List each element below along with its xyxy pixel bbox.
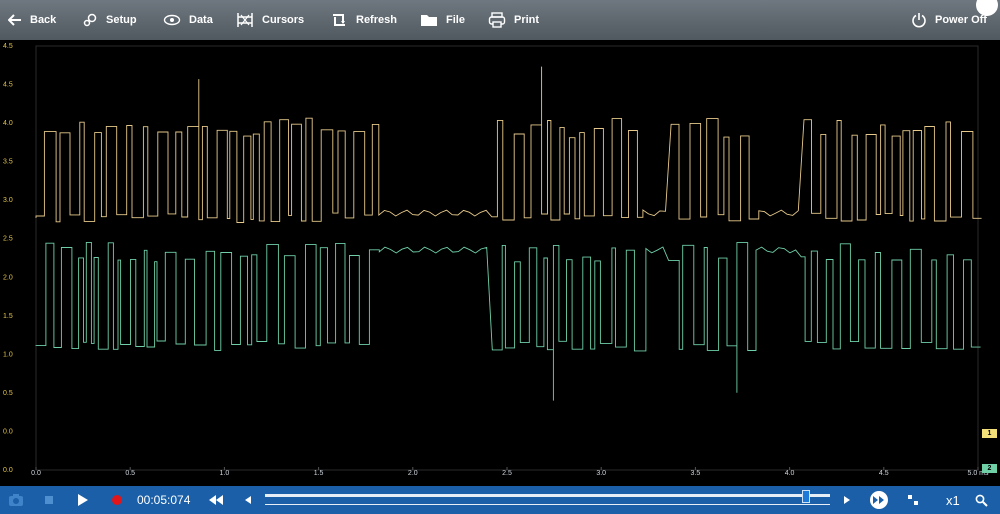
fast-forward-icon (870, 491, 888, 509)
y-tick-label: 0.0 (3, 467, 13, 474)
x-tick-label: 1.5 (314, 470, 324, 476)
x-tick-label: 3.5 (691, 470, 701, 476)
x-tick-label: 2.0 (408, 470, 418, 476)
x-tick-label: 3.0 (596, 470, 606, 476)
refresh-icon (333, 14, 345, 26)
print-button[interactable]: Print (488, 0, 539, 40)
step-back-button[interactable] (244, 486, 252, 514)
top-toolbar: Back Setup Data Cursors Refresh File Pri… (0, 0, 1000, 41)
zoom-button[interactable] (975, 486, 988, 514)
y-tick-label: 3.5 (3, 159, 13, 166)
x-tick-label: 4.0 (785, 470, 795, 476)
refresh-button[interactable]: Refresh (330, 0, 397, 40)
gears-icon (83, 13, 97, 27)
stop-icon (45, 496, 53, 504)
cursors-icon (237, 13, 253, 27)
rewind-button[interactable] (208, 486, 224, 514)
play-icon (78, 494, 88, 506)
playback-bar: 00:05:074 x1 (0, 486, 1000, 514)
power-label: Power Off (935, 14, 987, 26)
status-dot (976, 0, 998, 16)
trace-channel-1 (35, 66, 982, 223)
channel-2-tag[interactable]: 2 (982, 464, 997, 473)
y-tick-label: 2.5 (3, 236, 13, 243)
timeline-track-lower (265, 504, 830, 505)
y-tick-label: 1.0 (3, 351, 13, 358)
x-tick-label: 1.0 (220, 470, 230, 476)
y-tick-label: 0.5 (3, 390, 13, 397)
cursors-label: Cursors (262, 14, 305, 26)
power-icon (912, 13, 926, 28)
record-button[interactable] (111, 486, 123, 514)
data-button[interactable]: Data (163, 0, 213, 40)
fast-forward-button[interactable] (869, 486, 889, 514)
back-button[interactable]: Back (8, 0, 56, 40)
timeline-slider[interactable] (265, 486, 830, 514)
y-tick-label: 4.0 (3, 120, 13, 127)
y-tick-label: 3.0 (3, 197, 13, 204)
playback-time: 00:05:074 (137, 493, 191, 507)
step-back-icon (245, 496, 251, 504)
x-tick-label: 2.5 (502, 470, 512, 476)
back-label: Back (30, 14, 57, 26)
plot-frame (35, 45, 979, 471)
timeline-thumb[interactable] (801, 490, 810, 503)
file-label: File (446, 14, 465, 26)
play-button[interactable] (77, 486, 89, 514)
y-tick-label: 0.0 (3, 428, 13, 435)
stop-button[interactable] (44, 486, 54, 514)
refresh-label: Refresh (356, 14, 397, 26)
step-forward-icon (844, 496, 850, 504)
channel-1-tag[interactable]: 1 (982, 429, 997, 438)
setup-button[interactable]: Setup (82, 0, 137, 40)
record-icon (112, 495, 122, 505)
magnifier-icon (975, 494, 988, 507)
fullscreen-button[interactable] (907, 486, 919, 514)
trace-channel-2 (35, 241, 981, 401)
step-forward-button[interactable] (843, 486, 851, 514)
folder-icon (421, 15, 437, 26)
x-tick-label: 0.0 (31, 470, 41, 476)
rewind-icon (209, 495, 223, 505)
print-label: Print (514, 14, 540, 26)
back-arrow-icon (8, 14, 21, 26)
camera-button[interactable] (8, 486, 24, 514)
file-button[interactable]: File (420, 0, 465, 40)
printer-icon (488, 12, 506, 28)
scope-display[interactable]: 0.0 0.0 0.5 1.0 1.5 2.0 2.5 3.0 3.5 4.0 4.5 4.5 0.0 0… (0, 40, 1000, 477)
scope-svg: 0.0 0.0 0.5 1.0 1.5 2.0 2.5 3.0 3.5 4.0 4.5 4.5 0.0 0… (3, 43, 989, 477)
x-tick-label: 0.5 (125, 470, 135, 476)
timeline-track (265, 494, 830, 497)
x-tick-label: 4.5 (879, 470, 889, 476)
setup-label: Setup (106, 14, 137, 26)
cursors-button[interactable]: Cursors (236, 0, 304, 40)
data-label: Data (189, 14, 213, 26)
y-tick-label: 2.0 (3, 274, 13, 281)
eye-icon (163, 14, 181, 26)
y-tick-label: 4.5 (3, 82, 13, 89)
fullscreen-icon (908, 495, 918, 505)
y-tick-label: 1.5 (3, 313, 13, 320)
zoom-level[interactable]: x1 (946, 486, 960, 514)
camera-icon (9, 494, 23, 506)
y-tick-label: 4.5 (3, 43, 13, 50)
